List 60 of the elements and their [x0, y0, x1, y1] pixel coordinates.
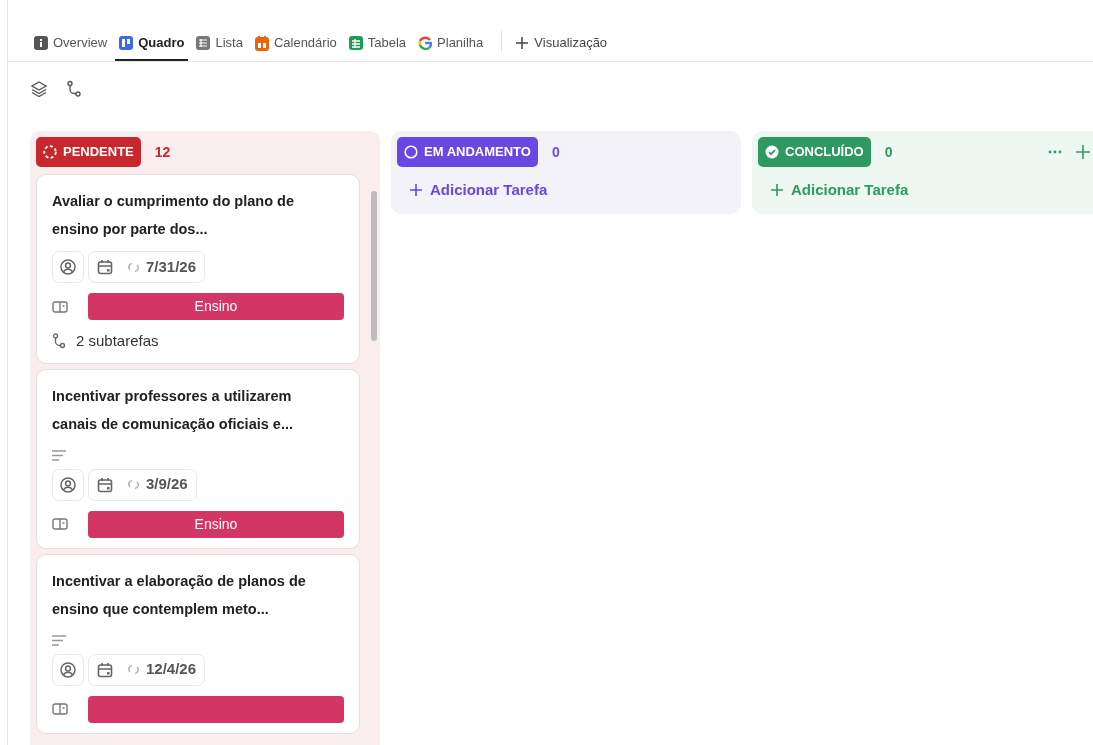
- subtasks-icon[interactable]: [66, 80, 82, 98]
- repeat-icon: [127, 260, 140, 274]
- add-view-button[interactable]: Visualização: [512, 27, 612, 61]
- view-tab[interactable]: Calendário: [250, 27, 341, 61]
- task-title: Incentivar a elaboração de planos de ensino que contemplem meto...: [52, 571, 307, 619]
- calendar-icon: [97, 661, 113, 678]
- task-title: Avaliar o cumprimento do plano de ensino por parte dos...: [52, 192, 295, 239]
- due-date-button[interactable]: 3/9/26: [88, 468, 197, 501]
- info-icon: [34, 36, 48, 50]
- tag-field-icon: [52, 518, 68, 530]
- due-date-button[interactable]: 7/31/26: [88, 251, 206, 283]
- table-icon: [348, 36, 363, 50]
- circle-icon: [404, 145, 418, 159]
- tag-field-icon: [52, 300, 68, 313]
- assignee-button[interactable]: [52, 653, 84, 686]
- calendar-icon: [254, 35, 269, 51]
- tag-bar[interactable]: [88, 695, 344, 723]
- task-title: Incentivar professores a utilizarem canais de comunicação oficiais e...: [52, 386, 294, 434]
- layers-icon[interactable]: [30, 80, 48, 98]
- status-badge: EM ANDAMENTO: [397, 137, 538, 167]
- subtasks-count: 2 subtarefas: [76, 331, 159, 351]
- status-badge: CONCLUÍDO: [758, 137, 871, 167]
- plus-icon: [771, 184, 783, 197]
- scrollbar[interactable]: [371, 191, 377, 341]
- due-date-button[interactable]: 12/4/26: [88, 653, 206, 686]
- list-icon: [196, 36, 211, 50]
- assignee-button[interactable]: [52, 251, 84, 283]
- view-tab[interactable]: Lista: [192, 27, 247, 61]
- user-icon: [60, 661, 76, 678]
- user-icon: [60, 259, 76, 275]
- task-card[interactable]: Avaliar o cumprimento do plano de ensino por parte dos... 7/31/26 Ensino 2 subtarefas: [36, 174, 360, 364]
- check-circle-icon: [765, 145, 779, 159]
- subtasks-icon: [52, 333, 66, 350]
- plus-icon: [516, 37, 529, 49]
- task-count: 0: [551, 142, 560, 162]
- assignee-button[interactable]: [52, 468, 84, 501]
- task-card[interactable]: Incentivar professores a utilizarem canais de comunicação oficiais e... 3/9/26 Ensino: [36, 368, 360, 549]
- calendar-icon: [97, 259, 113, 275]
- task-card[interactable]: Incentivar a elaboração de planos de ensino que contemplem meto... 12/4/26: [36, 553, 360, 734]
- tag-field-icon: [52, 703, 68, 715]
- tag-bar[interactable]: Ensino: [88, 510, 344, 538]
- repeat-icon: [127, 663, 140, 676]
- task-count: 0: [884, 142, 893, 162]
- calendar-icon: [97, 476, 113, 493]
- plus-icon[interactable]: [1076, 145, 1090, 159]
- dashed-circle-icon: [43, 145, 57, 159]
- status-badge: PENDENTE: [36, 137, 141, 167]
- view-tab[interactable]: Tabela: [344, 27, 411, 61]
- plus-icon: [410, 184, 422, 197]
- tag-bar[interactable]: Ensino: [88, 293, 344, 320]
- view-tab[interactable]: Quadro: [115, 27, 189, 61]
- view-tab[interactable]: Planilha: [414, 27, 488, 61]
- more-icon[interactable]: [1048, 150, 1062, 154]
- add-task-button[interactable]: Adicionar Tarefa: [410, 179, 548, 202]
- task-count: 12: [154, 142, 171, 162]
- repeat-icon: [127, 478, 140, 491]
- board-icon: [119, 36, 134, 50]
- user-icon: [60, 476, 76, 493]
- google-icon: [418, 36, 433, 50]
- view-tab[interactable]: Overview: [30, 27, 112, 61]
